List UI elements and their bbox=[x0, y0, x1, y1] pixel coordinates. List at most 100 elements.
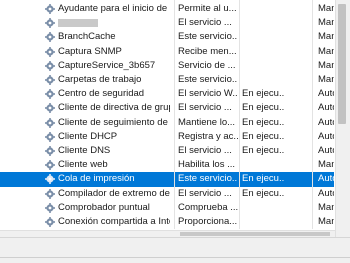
service-startup-type: Manu bbox=[318, 45, 334, 57]
service-name: Comprobador puntual bbox=[58, 201, 150, 213]
service-description: Recibe men... bbox=[178, 45, 237, 57]
service-row[interactable]: Centro de seguridad El servicio W... En ej… bbox=[0, 87, 334, 101]
service-status bbox=[242, 158, 284, 172]
service-description: Servicio de ... bbox=[178, 59, 236, 71]
gear-icon bbox=[45, 188, 55, 199]
vertical-scrollbar-thumb[interactable] bbox=[338, 4, 346, 124]
service-description: El servicio W... bbox=[178, 88, 238, 100]
service-row[interactable]: Cliente DNS El servicio ... En ejecu... Aut… bbox=[0, 144, 334, 158]
column-separator bbox=[174, 0, 175, 229]
service-status: En ejecu... bbox=[242, 187, 284, 199]
service-status bbox=[242, 73, 284, 87]
status-bar bbox=[0, 237, 350, 263]
horizontal-scrollbar-thumb[interactable] bbox=[180, 232, 330, 236]
service-startup-type: Auto bbox=[318, 145, 334, 156]
service-row[interactable]: Comprobador puntual Comprueba ... Manu bbox=[0, 201, 334, 215]
service-name: Cola de impresión bbox=[58, 173, 135, 185]
service-name: Cliente de seguimiento de v... bbox=[58, 116, 170, 128]
service-name: Compilador de extremo de ... bbox=[58, 187, 170, 199]
service-name bbox=[58, 16, 170, 30]
service-name: Captura SNMP bbox=[58, 45, 122, 57]
service-description: Este servicio... bbox=[178, 74, 238, 85]
gear-icon bbox=[45, 174, 55, 185]
service-name: Carpetas de trabajo bbox=[58, 74, 142, 85]
service-status: En ejecu... bbox=[242, 173, 284, 185]
column-separator bbox=[312, 0, 313, 229]
service-description: El servicio ... bbox=[178, 17, 232, 29]
services-list: Ayudante para el inicio de s... Permite a… bbox=[0, 0, 334, 229]
service-row[interactable]: Conexión compartida a Inte... Proporciona… bbox=[0, 215, 334, 229]
service-name: Ayudante para el inicio de s... bbox=[58, 3, 170, 14]
column-separator bbox=[239, 0, 240, 229]
service-description: Este servicio... bbox=[178, 31, 238, 43]
service-name: Cliente de directiva de grupo bbox=[58, 102, 170, 114]
service-description: Registra y ac... bbox=[178, 130, 238, 142]
service-description: Este servicio... bbox=[178, 173, 238, 185]
service-startup-type: Auto bbox=[318, 88, 334, 100]
service-startup-type: Auto bbox=[318, 187, 334, 199]
divider bbox=[0, 257, 350, 258]
service-description: El servicio ... bbox=[178, 102, 232, 114]
service-status bbox=[242, 2, 284, 16]
service-startup-type: Manu bbox=[318, 59, 334, 71]
gear-icon bbox=[45, 60, 55, 71]
service-name: Cliente web bbox=[58, 159, 108, 171]
service-row[interactable]: El servicio ... Manu bbox=[0, 16, 334, 30]
gear-icon bbox=[45, 4, 55, 14]
gear-icon bbox=[45, 217, 55, 227]
service-status bbox=[242, 59, 284, 73]
gear-icon bbox=[45, 103, 55, 114]
service-status bbox=[242, 16, 284, 30]
service-row[interactable]: Cliente de directiva de grupo El servicio… bbox=[0, 101, 334, 115]
service-name: CaptureService_3b657 bbox=[58, 59, 156, 71]
service-row[interactable]: Cliente web Habilita los ... Manu bbox=[0, 158, 334, 172]
service-name: Centro de seguridad bbox=[58, 88, 145, 100]
service-description: El servicio ... bbox=[178, 187, 232, 199]
service-status bbox=[242, 30, 284, 44]
service-row[interactable]: Carpetas de trabajo Este servicio... Manu bbox=[0, 73, 334, 87]
service-startup-type: Auto bbox=[318, 102, 334, 114]
service-startup-type: Manu bbox=[318, 17, 334, 29]
service-startup-type: Manu bbox=[318, 3, 334, 14]
service-status: En ejecu... bbox=[242, 145, 284, 156]
service-row[interactable]: Cliente de seguimiento de v... Mantiene l… bbox=[0, 116, 334, 130]
service-status bbox=[242, 201, 284, 215]
service-status bbox=[242, 45, 284, 59]
gear-icon bbox=[45, 89, 55, 100]
service-row[interactable]: Compilador de extremo de ... El servicio … bbox=[0, 187, 334, 201]
redacted-text bbox=[58, 18, 98, 27]
service-startup-type: Manu bbox=[318, 201, 334, 213]
gear-icon bbox=[45, 46, 55, 57]
service-description: El servicio ... bbox=[178, 145, 232, 156]
gear-icon bbox=[45, 32, 55, 43]
gear-icon bbox=[45, 131, 55, 142]
service-row[interactable]: Ayudante para el inicio de s... Permite a… bbox=[0, 2, 334, 16]
service-description: Mantiene lo... bbox=[178, 116, 236, 128]
service-startup-type: Manu bbox=[318, 74, 334, 85]
service-description: Habilita los ... bbox=[178, 159, 236, 171]
service-startup-type: Manu bbox=[318, 159, 334, 171]
service-startup-type: Manu bbox=[318, 216, 334, 227]
service-row[interactable]: Captura SNMP Recibe men... Manu bbox=[0, 45, 334, 59]
service-startup-type: Auto bbox=[318, 173, 334, 185]
service-status: En ejecu... bbox=[242, 130, 284, 142]
service-row[interactable]: Cola de impresión Este servicio... En ejec… bbox=[0, 172, 334, 187]
service-row[interactable]: BranchCache Este servicio... Manu bbox=[0, 30, 334, 44]
service-description: Comprueba ... bbox=[178, 201, 238, 213]
service-status: En ejecu... bbox=[242, 116, 284, 128]
service-status: En ejecu... bbox=[242, 102, 284, 114]
service-name: Cliente DNS bbox=[58, 145, 111, 156]
service-name: BranchCache bbox=[58, 31, 116, 43]
service-status: En ejecu... bbox=[242, 88, 284, 100]
gear-icon bbox=[45, 202, 55, 213]
gear-icon bbox=[45, 146, 55, 156]
service-row[interactable]: Cliente DHCP Registra y ac... En ejecu... A… bbox=[0, 130, 334, 144]
service-startup-type: Manu bbox=[318, 31, 334, 43]
service-name: Cliente DHCP bbox=[58, 130, 118, 142]
service-startup-type: Auto bbox=[318, 130, 334, 142]
gear-icon bbox=[45, 75, 55, 85]
gear-icon bbox=[45, 18, 55, 29]
service-row[interactable]: CaptureService_3b657 Servicio de ... Manu bbox=[0, 59, 334, 73]
service-description: Proporciona... bbox=[178, 216, 238, 227]
service-name: Conexión compartida a Inte... bbox=[58, 216, 170, 227]
